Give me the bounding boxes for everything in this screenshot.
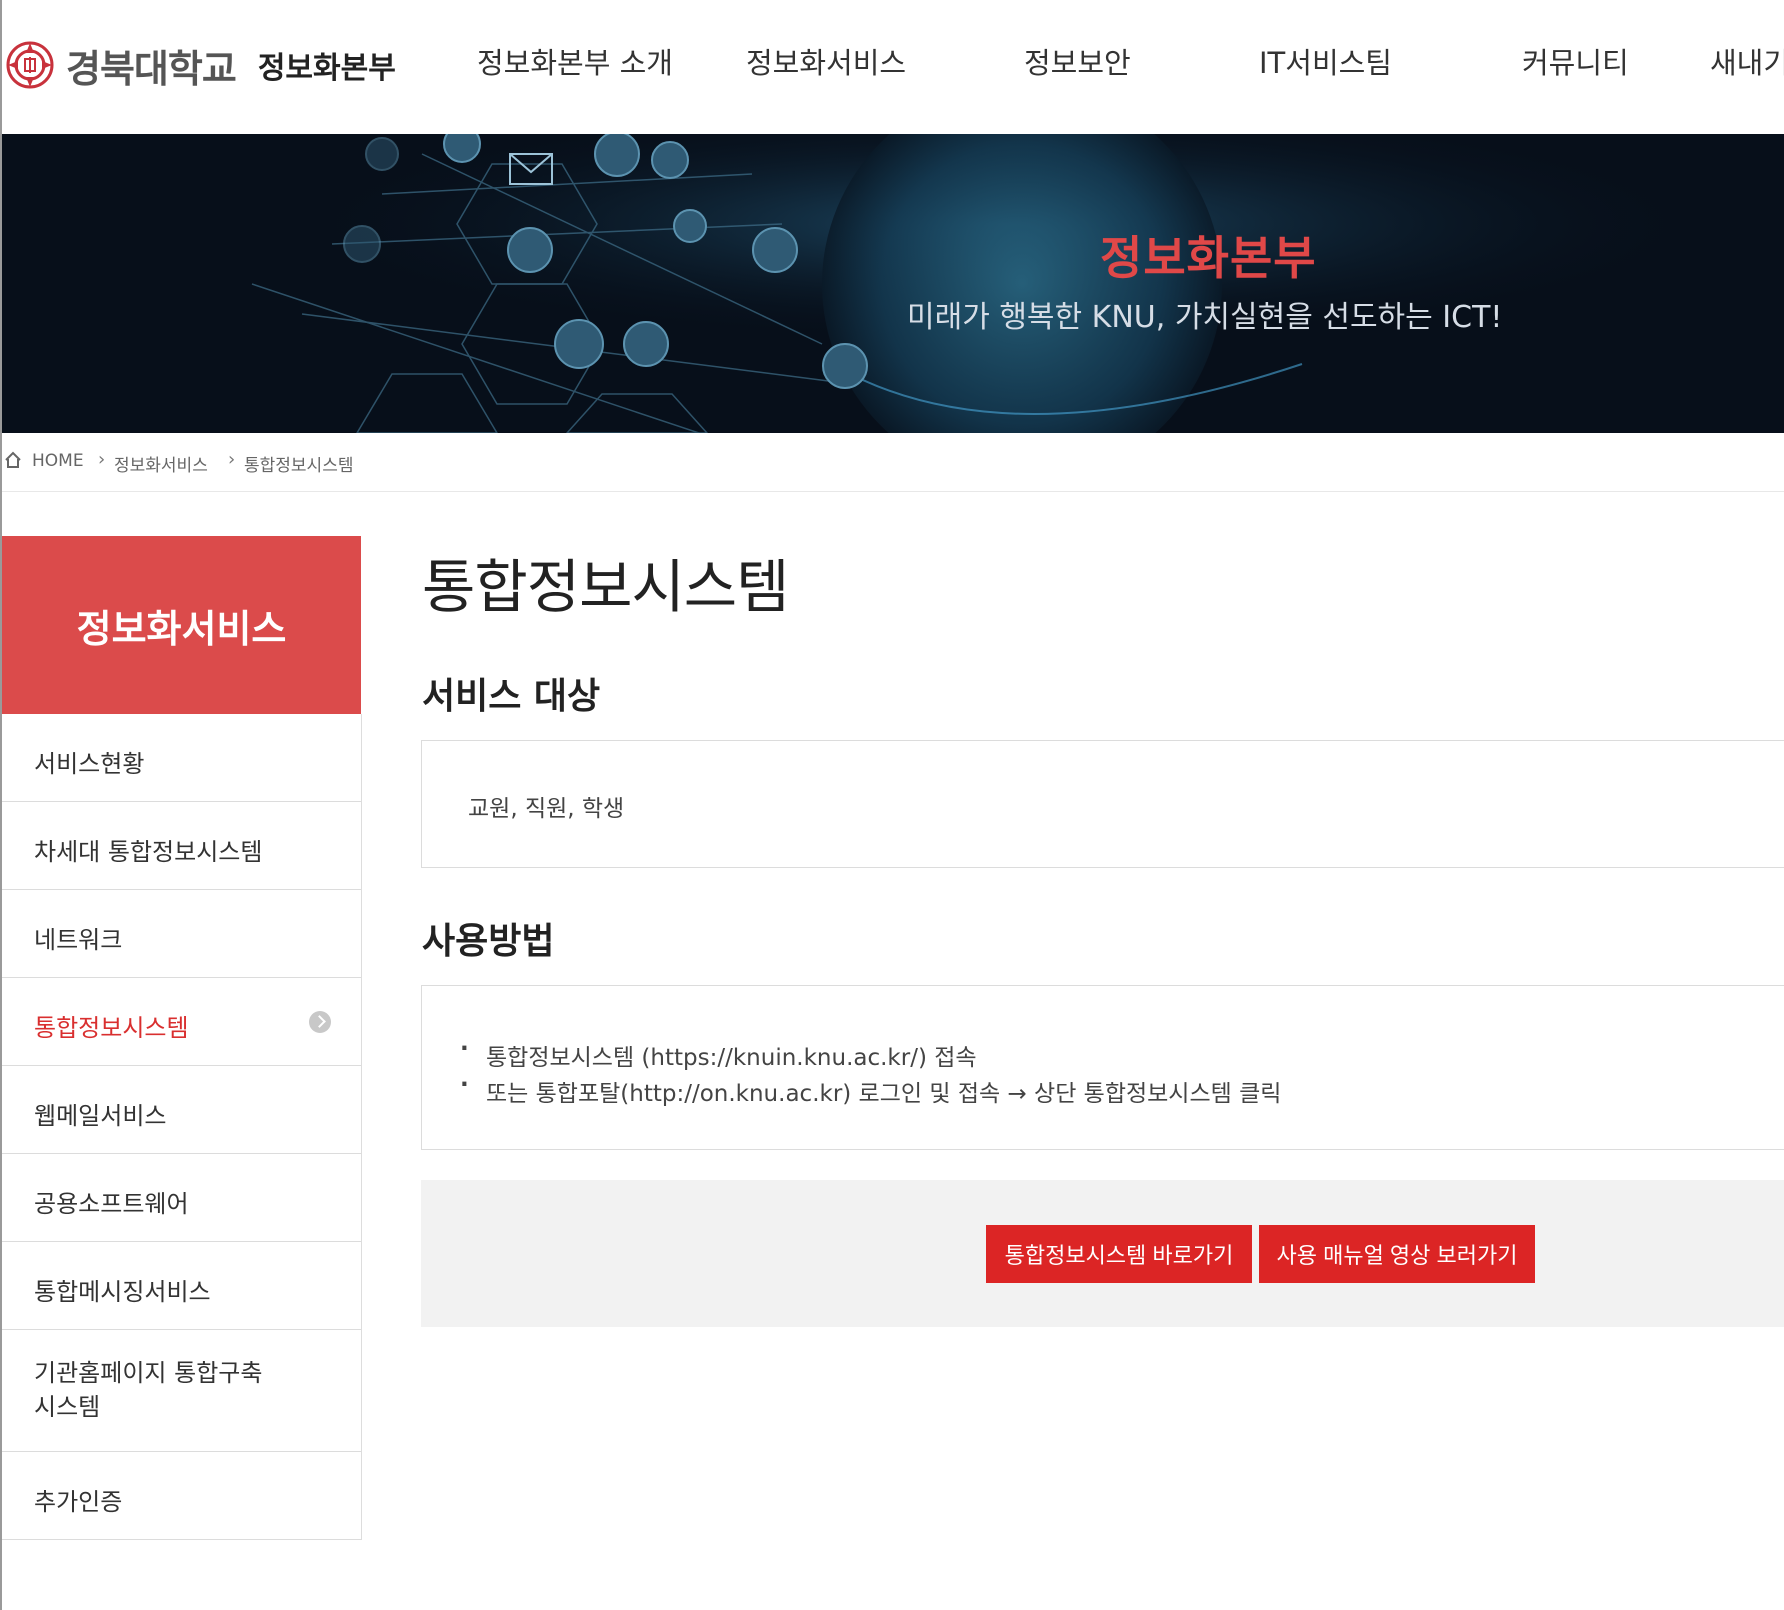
- sidebar-item-homepage-system[interactable]: 기관홈페이지 통합구축 시스템: [2, 1330, 361, 1452]
- section-title-service-target: 서비스 대상: [422, 676, 601, 717]
- nav-item-security[interactable]: 정보보안: [1024, 40, 1131, 82]
- banner-subtitle: 미래가 행복한 KNU, 가치실현을 선도하는 ICT!: [907, 300, 1503, 335]
- service-target-box: 교원, 직원, 학생: [421, 740, 1784, 868]
- breadcrumb-current: 통합정보시스템: [244, 456, 354, 476]
- site-header: 경북대학교 정보화본부 정보화본부 소개 정보화서비스 정보보안 IT서비스팀 …: [2, 0, 1784, 134]
- nav-item-services[interactable]: 정보화서비스: [746, 40, 906, 82]
- sidebar-item-additional-auth[interactable]: 추가인증: [2, 1452, 361, 1540]
- network-illustration: [2, 134, 1784, 433]
- breadcrumb-services[interactable]: 정보화서비스: [114, 451, 208, 476]
- page-title: 통합정보시스템: [422, 553, 790, 621]
- breadcrumb-home[interactable]: HOME: [32, 451, 84, 471]
- sidebar-item-label: 추가인증: [34, 1488, 123, 1516]
- sidebar-item-label: 기관홈페이지 통합구축 시스템: [34, 1359, 263, 1421]
- sidebar-item-webmail[interactable]: 웹메일서비스: [2, 1066, 361, 1154]
- sidebar-title: 정보화서비스: [76, 607, 287, 651]
- hero-banner: 정보화본부 미래가 행복한 KNU, 가치실현을 선도하는 ICT!: [2, 134, 1784, 433]
- sidebar-item-label: 서비스현황: [34, 750, 145, 778]
- nav-item-it-team[interactable]: IT서비스팀: [1259, 40, 1392, 82]
- button-area: 통합정보시스템 바로가기 사용 매뉴얼 영상 보러가기: [421, 1180, 1784, 1327]
- sidebar-item-network[interactable]: 네트워크: [2, 890, 361, 978]
- manual-video-button[interactable]: 사용 매뉴얼 영상 보러가기: [1259, 1225, 1535, 1283]
- sidebar-item-label: 웹메일서비스: [34, 1102, 167, 1130]
- sidebar-item-label: 통합메시징서비스: [34, 1278, 211, 1306]
- sidebar-item-integrated-info-system[interactable]: 통합정보시스템: [2, 978, 361, 1066]
- sidebar-menu: 서비스현황 차세대 통합정보시스템 네트워크 통합정보시스템 웹메일서비스 공용…: [2, 714, 362, 1540]
- shortcut-button[interactable]: 통합정보시스템 바로가기: [986, 1225, 1252, 1283]
- usage-item: 통합정보시스템 (https://knuin.knu.ac.kr/) 접속: [460, 1036, 977, 1072]
- section-title-usage: 사용방법: [422, 921, 555, 962]
- chevron-right-icon: ›: [98, 449, 106, 470]
- nav-item-intro[interactable]: 정보화본부 소개: [477, 40, 673, 82]
- sidebar-header: 정보화서비스: [2, 536, 361, 714]
- usage-item: 또는 통합포탈(http://on.knu.ac.kr) 로그인 및 접속 → …: [460, 1072, 1282, 1108]
- chevron-right-icon: ›: [228, 449, 236, 470]
- sidebar-item-label: 네트워크: [34, 926, 123, 954]
- service-target-text: 교원, 직원, 학생: [468, 796, 625, 822]
- sidebar-item-public-software[interactable]: 공용소프트웨어: [2, 1154, 361, 1242]
- usage-box: 통합정보시스템 (https://knuin.knu.ac.kr/) 접속 또는…: [421, 985, 1784, 1150]
- nav-item-community[interactable]: 커뮤니티: [1522, 40, 1629, 82]
- sidebar-item-messaging[interactable]: 통합메시징서비스: [2, 1242, 361, 1330]
- arrow-circle-icon: [309, 1011, 331, 1033]
- sidebar-item-label: 통합정보시스템: [34, 1014, 189, 1042]
- usage-item-text: 또는 통합포탈(http://on.knu.ac.kr) 로그인 및 접속 → …: [486, 1081, 1282, 1107]
- breadcrumb: HOME › 정보화서비스 › 통합정보시스템: [2, 433, 1784, 492]
- usage-item-text: 통합정보시스템 (https://knuin.knu.ac.kr/) 접속: [486, 1045, 977, 1071]
- main-navigation: 정보화본부 소개 정보화서비스 정보보안 IT서비스팀 커뮤니티 새내기: [2, 40, 1784, 80]
- sidebar-item-service-status[interactable]: 서비스현황: [2, 714, 361, 802]
- banner-title: 정보화본부: [1100, 231, 1317, 285]
- sidebar-item-next-gen-system[interactable]: 차세대 통합정보시스템: [2, 802, 361, 890]
- nav-item-freshman[interactable]: 새내기: [1710, 40, 1784, 82]
- sidebar-item-label: 차세대 통합정보시스템: [34, 838, 263, 866]
- sidebar-item-label: 공용소프트웨어: [34, 1190, 189, 1218]
- home-icon[interactable]: [4, 451, 22, 469]
